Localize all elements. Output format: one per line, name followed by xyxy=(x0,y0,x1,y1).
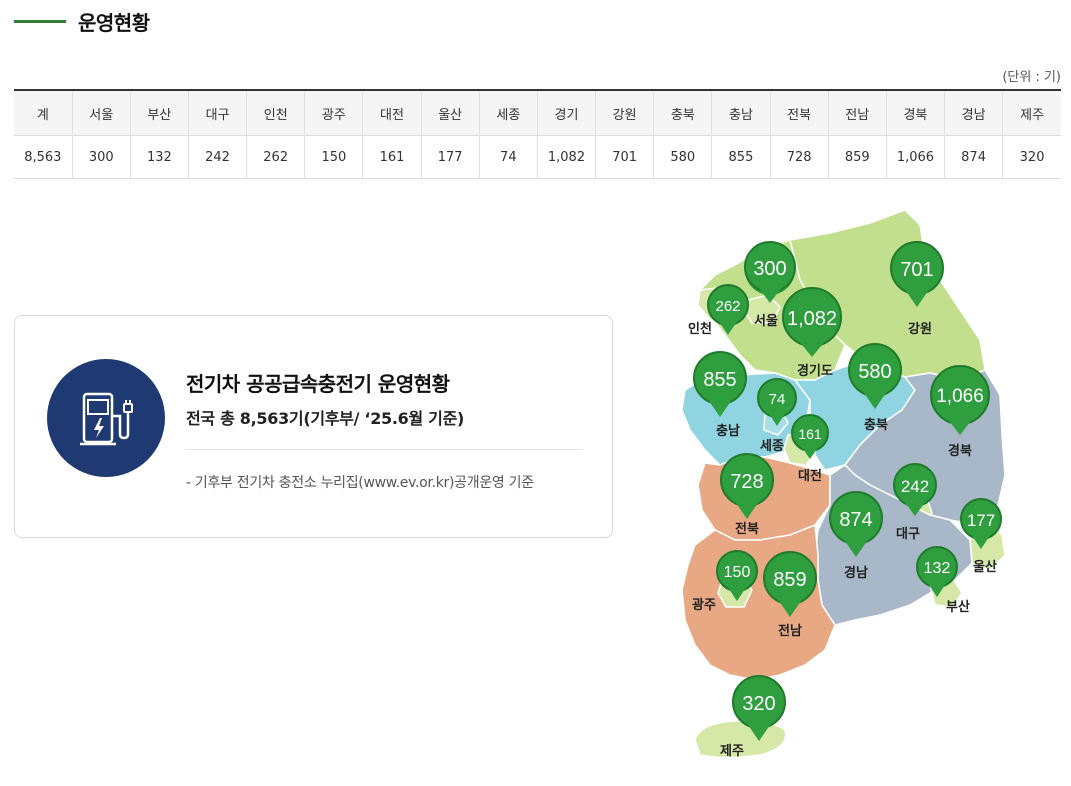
korea-map: 300 서울 262 인천 1,082 경기도 701 강원 855 충남 74… xyxy=(640,195,1071,782)
region-label: 광주 xyxy=(692,598,716,613)
region-label: 전남 xyxy=(778,623,802,639)
header-cell: 대구 xyxy=(187,90,247,136)
value-cell: 859 xyxy=(827,135,887,179)
header-cell: 계 xyxy=(14,90,73,136)
value-cell: 262 xyxy=(246,135,305,179)
value-cell: 177 xyxy=(420,135,480,179)
header-cell: 울산 xyxy=(420,90,480,136)
pin-count: 855 xyxy=(703,369,736,391)
region-label: 경기도 xyxy=(797,363,833,379)
pin-count: 859 xyxy=(773,569,806,591)
title-accent-line xyxy=(14,19,66,23)
pin-count: 1,082 xyxy=(787,308,837,330)
value-cell: 132 xyxy=(129,135,189,179)
pin-count: 150 xyxy=(724,564,751,581)
value-cell: 728 xyxy=(769,135,829,179)
header-cell: 전남 xyxy=(827,90,887,136)
region-label: 인천 xyxy=(688,321,712,337)
region-label: 강원 xyxy=(908,321,932,337)
ev-charger-icon xyxy=(47,359,165,477)
unit-label: (단위 : 기) xyxy=(1002,70,1061,85)
stats-table: 계 서울 부산 대구 인천 광주 대전 울산 세종 경기 강원 충북 충남 전북… xyxy=(14,89,1061,179)
pin-count: 1,066 xyxy=(936,386,984,407)
value-cell: 8,563 xyxy=(14,135,73,179)
pin-count: 262 xyxy=(715,298,740,315)
header-cell: 충남 xyxy=(711,90,771,136)
region-label: 서울 xyxy=(754,313,778,329)
pin-count: 74 xyxy=(769,391,786,408)
region-label: 충북 xyxy=(864,417,888,433)
header-cell: 경남 xyxy=(943,90,1003,136)
summary-card: 전기차 공공급속충전기 운영현황 전국 총 8,563기(기후부/ ‘25.6월… xyxy=(14,315,613,538)
value-cell: 300 xyxy=(71,135,131,179)
pin-count: 177 xyxy=(967,511,995,530)
pin-count: 874 xyxy=(839,509,872,531)
value-cell: 1,066 xyxy=(885,135,945,179)
region-label: 울산 xyxy=(973,559,997,575)
header-cell: 전북 xyxy=(769,90,829,136)
value-cell: 150 xyxy=(304,135,363,179)
region-label: 부산 xyxy=(946,599,970,615)
header-cell: 강원 xyxy=(595,90,654,136)
value-cell: 701 xyxy=(595,135,654,179)
pin-count: 300 xyxy=(753,258,786,280)
value-cell: 580 xyxy=(653,135,712,179)
card-divider xyxy=(186,449,582,450)
region-label: 전북 xyxy=(735,521,759,537)
pin-count: 728 xyxy=(730,471,763,493)
region-label: 세종 xyxy=(760,439,784,454)
header-cell: 서울 xyxy=(71,90,131,136)
stats-value-row: 8,563 300 132 242 262 150 161 177 74 1,0… xyxy=(14,135,1061,179)
value-cell: 320 xyxy=(1002,135,1061,179)
card-subtitle: 전국 총 8,563기(기후부/ ‘25.6월 기준) xyxy=(186,409,465,428)
header-cell: 세종 xyxy=(478,90,538,136)
pin-count: 161 xyxy=(798,426,822,442)
value-cell: 242 xyxy=(187,135,247,179)
header-cell: 경기 xyxy=(536,90,596,136)
pin-count: 242 xyxy=(901,477,929,496)
korea-map-svg: 300 서울 262 인천 1,082 경기도 701 강원 855 충남 74… xyxy=(681,209,1006,759)
region-label: 경북 xyxy=(948,443,972,459)
pin-count: 132 xyxy=(924,560,951,577)
header-cell: 부산 xyxy=(129,90,189,136)
header-cell: 충북 xyxy=(653,90,712,136)
region-label: 제주 xyxy=(720,744,744,759)
value-cell: 1,082 xyxy=(536,135,596,179)
stats-header-row: 계 서울 부산 대구 인천 광주 대전 울산 세종 경기 강원 충북 충남 전북… xyxy=(14,90,1061,136)
value-cell: 74 xyxy=(478,135,538,179)
header-cell: 경북 xyxy=(885,90,945,136)
value-cell: 874 xyxy=(943,135,1003,179)
pin-count: 701 xyxy=(900,259,933,281)
header-cell: 제주 xyxy=(1002,90,1061,136)
section-header: 운영현황 xyxy=(14,6,150,36)
pin-count: 320 xyxy=(742,693,775,715)
region-label: 충남 xyxy=(716,423,740,439)
region-label: 대구 xyxy=(896,527,920,542)
pin-count: 580 xyxy=(858,361,891,383)
header-cell: 광주 xyxy=(304,90,363,136)
region-label: 대전 xyxy=(798,468,822,484)
header-cell: 대전 xyxy=(362,90,422,136)
value-cell: 855 xyxy=(711,135,771,179)
card-title: 전기차 공공급속충전기 운영현황 xyxy=(186,372,450,396)
card-note: - 기후부 전기차 충전소 누리집(www.ev.or.kr)공개운영 기준 xyxy=(186,475,534,491)
region-label: 경남 xyxy=(844,565,868,581)
section-title: 운영현황 xyxy=(78,10,150,35)
value-cell: 161 xyxy=(362,135,422,179)
header-cell: 인천 xyxy=(246,90,305,136)
